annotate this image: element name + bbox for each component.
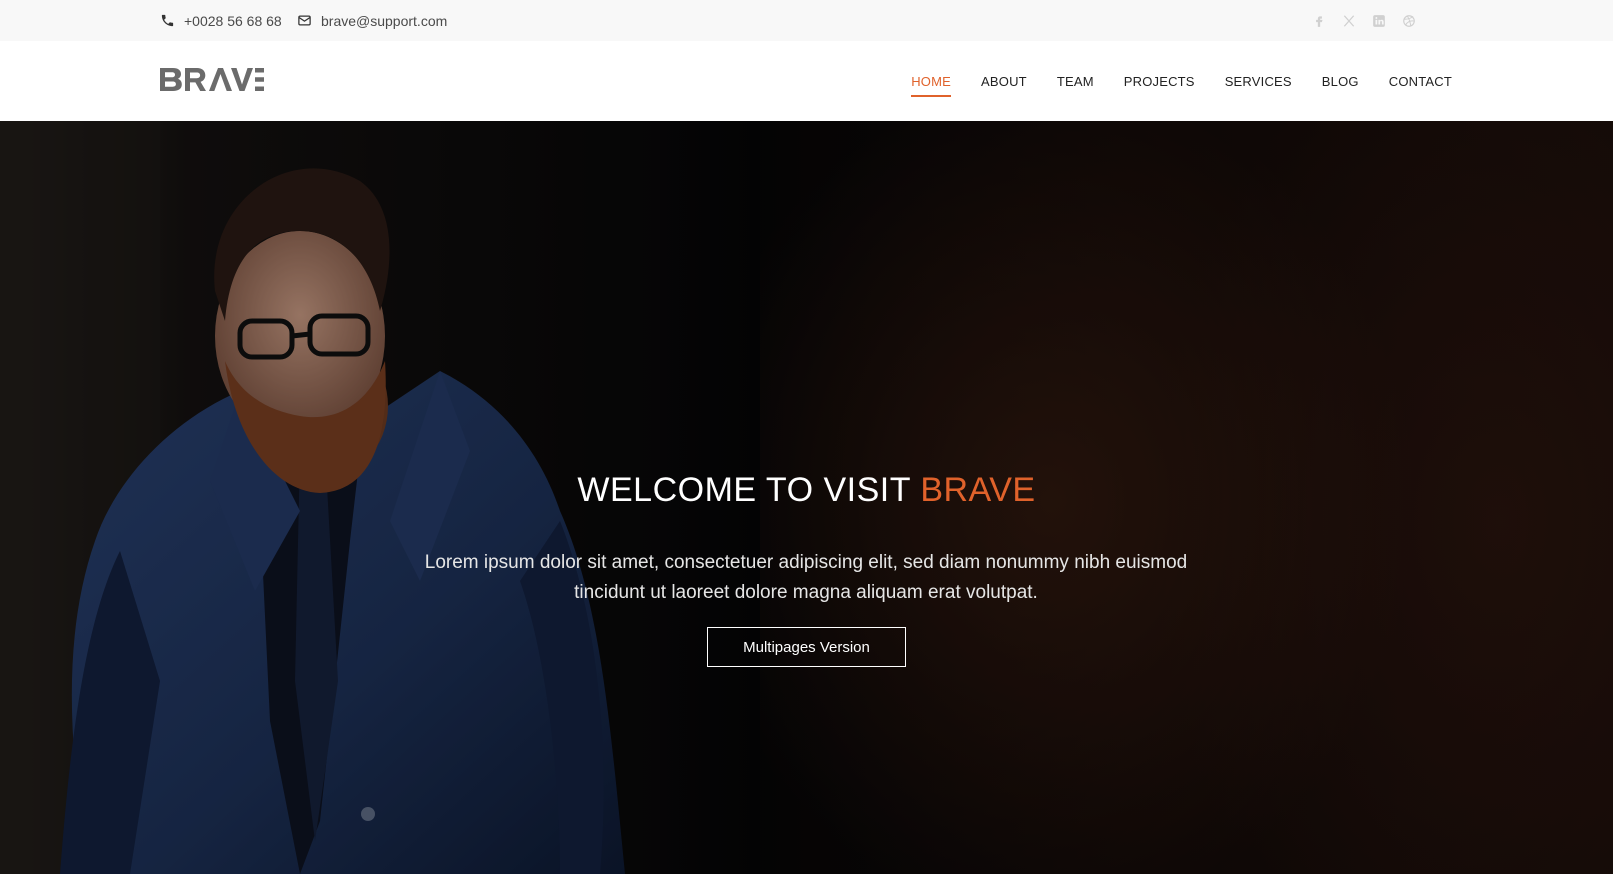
main-nav: HOME ABOUT TEAM PROJECTS SERVICES BLOG C… (911, 41, 1452, 121)
nav-team[interactable]: TEAM (1057, 66, 1094, 97)
hero-title-prefix: WELCOME TO VISIT (577, 471, 911, 509)
social-links (1311, 0, 1417, 41)
dribbble-icon[interactable] (1401, 13, 1417, 29)
linkedin-icon[interactable] (1371, 13, 1387, 29)
brand-logo[interactable] (160, 66, 264, 96)
phone-contact[interactable]: +0028 56 68 68 (160, 0, 282, 41)
nav-projects[interactable]: PROJECTS (1124, 66, 1195, 97)
email-contact[interactable]: brave@support.com (297, 0, 447, 41)
email-text: brave@support.com (321, 12, 448, 29)
topbar: +0028 56 68 68 brave@support.com (0, 0, 1613, 41)
hero-content: WELCOME TO VISIT BRAVE Lorem ipsum dolor… (0, 121, 1613, 874)
nav-contact[interactable]: CONTACT (1389, 66, 1452, 97)
hero-title-accent: BRAVE (920, 471, 1036, 509)
hero-section: WELCOME TO VISIT BRAVE Lorem ipsum dolor… (0, 121, 1613, 874)
hero-title: WELCOME TO VISIT BRAVE (0, 471, 1613, 510)
nav-home[interactable]: HOME (911, 66, 951, 97)
envelope-icon (298, 15, 311, 26)
facebook-icon[interactable] (1311, 13, 1327, 29)
brave-logo-mark (160, 68, 264, 91)
multipages-version-button[interactable]: Multipages Version (707, 627, 906, 667)
phone-text: +0028 56 68 68 (184, 12, 282, 29)
nav-services[interactable]: SERVICES (1225, 66, 1292, 97)
nav-about[interactable]: ABOUT (981, 66, 1027, 97)
x-icon[interactable] (1341, 13, 1357, 29)
hero-description: Lorem ipsum dolor sit amet, consectetuer… (424, 552, 1188, 603)
nav-blog[interactable]: BLOG (1322, 66, 1359, 97)
main-header: HOME ABOUT TEAM PROJECTS SERVICES BLOG C… (0, 41, 1613, 121)
phone-icon (161, 14, 174, 27)
